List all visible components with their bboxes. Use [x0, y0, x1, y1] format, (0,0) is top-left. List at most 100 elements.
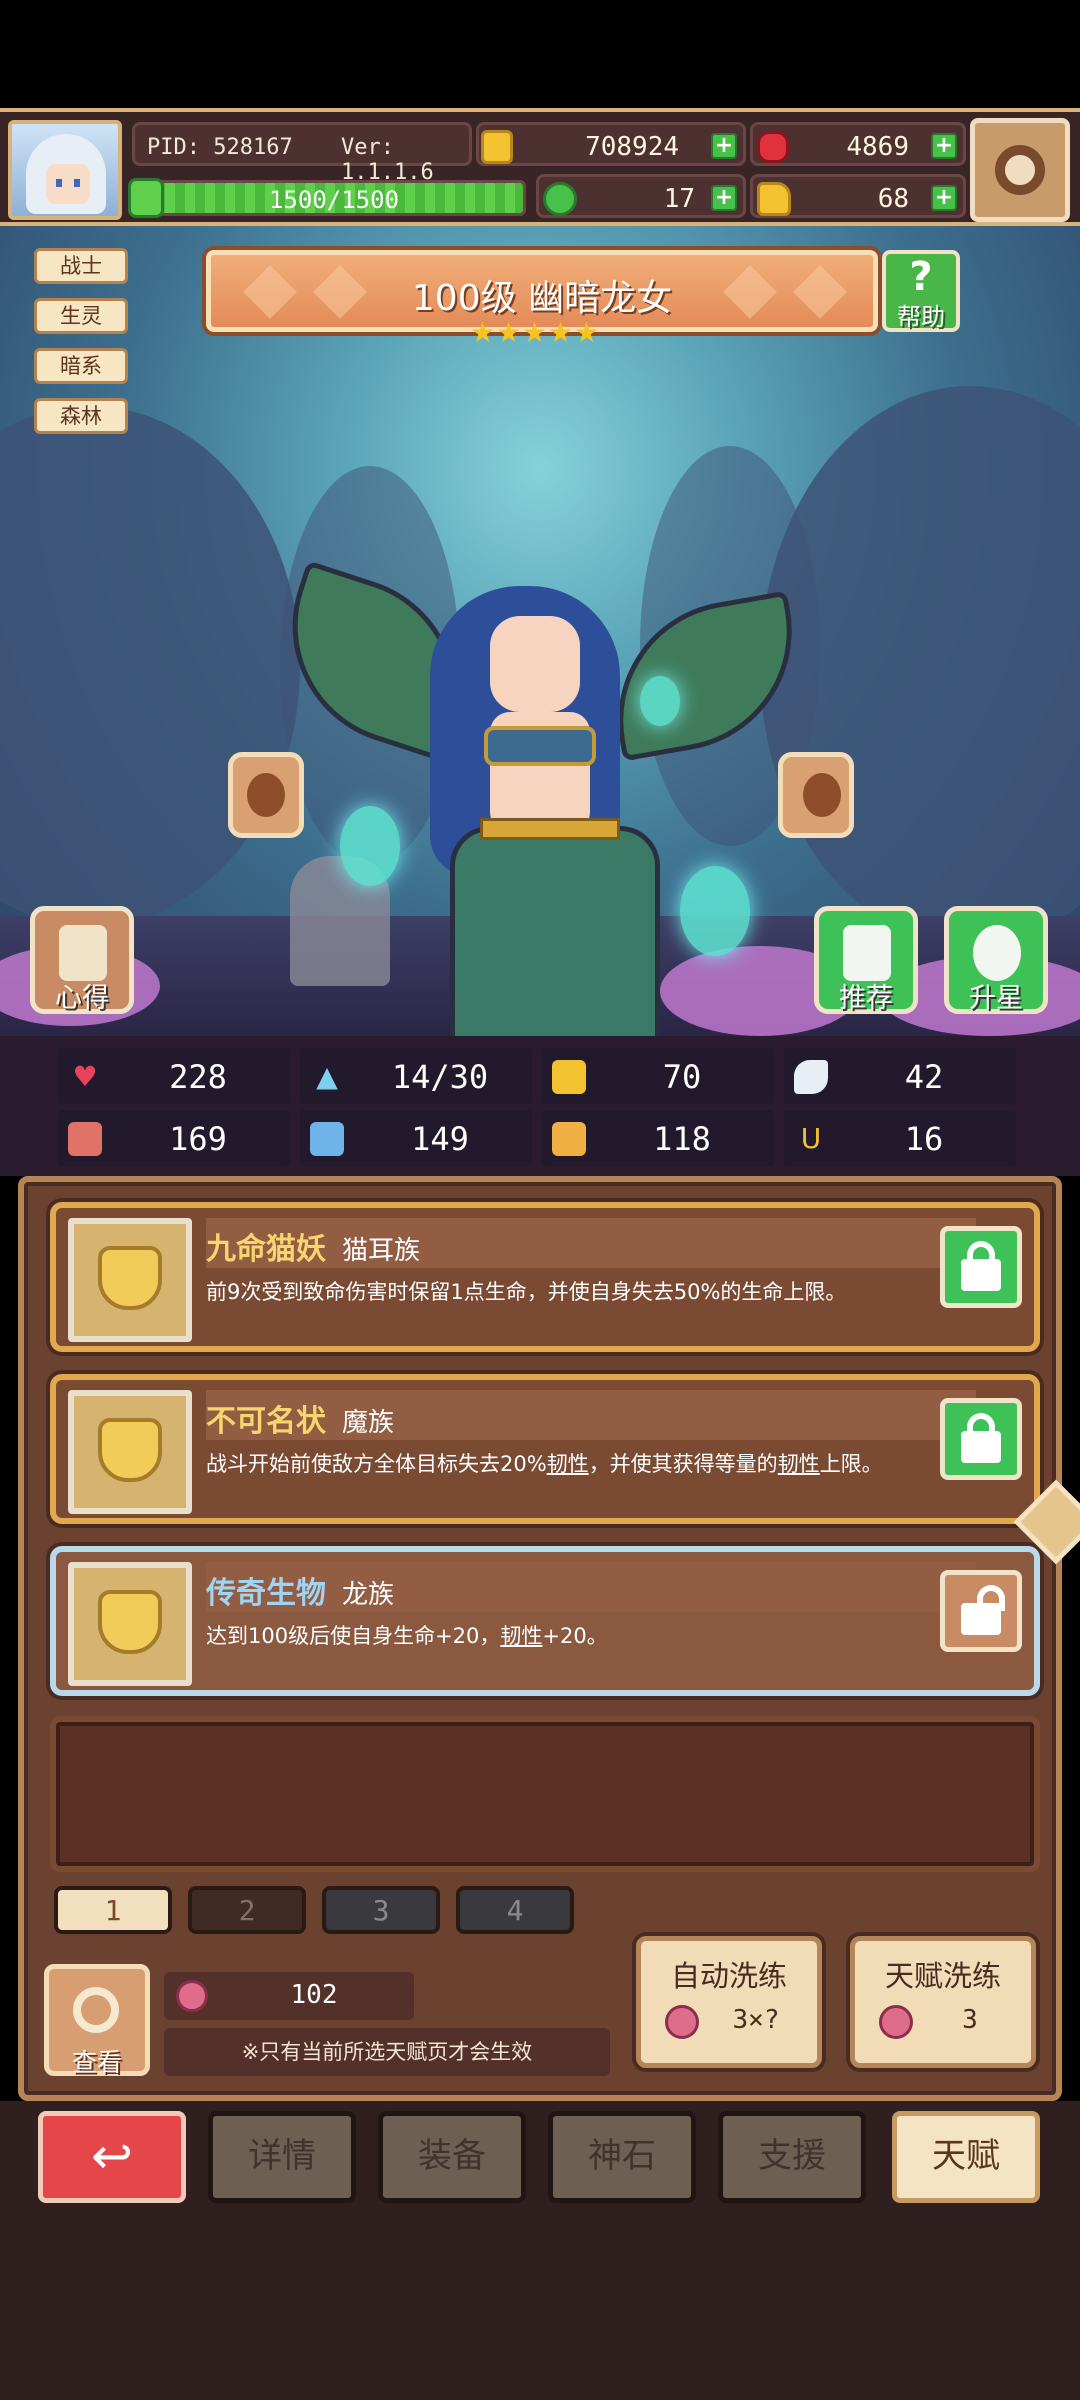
add-yellow-currency-button[interactable]: + [931, 185, 957, 211]
player-header: PID: 528167 Ver: 1.1.1.6 708924 + 4869 +… [0, 108, 1080, 226]
star-icon: ★ [522, 316, 548, 349]
nav-talent[interactable]: 天赋 [892, 2111, 1040, 2203]
hero-stats: ♥ 228 ▲ 14/30 70 42 169 149 118 U 16 [0, 1036, 1080, 1176]
pid-text: PID: 528167 [147, 135, 293, 160]
settings-button[interactable] [970, 118, 1070, 222]
keyword-link[interactable]: 韧性 [547, 1452, 589, 1476]
thumbs-up-icon [843, 925, 891, 981]
talent-page-tab-4[interactable]: 4 [456, 1886, 574, 1934]
help-button[interactable]: ? 帮助 [882, 250, 960, 332]
nav-support[interactable]: 支援 [718, 2111, 866, 2203]
talent-description: 前9次受到致命伤害时保留1点生命，并使自身失去50%的生命上限。 [206, 1280, 847, 1304]
next-hero-button[interactable] [778, 752, 854, 838]
talent-page-notice: ※只有当前所选天赋页才会生效 [164, 2028, 610, 2076]
tag-living: 生灵 [34, 298, 128, 334]
talent-wash-button[interactable]: 天赋洗练 3 [850, 1936, 1036, 2068]
stat-speed: 118 [542, 1110, 774, 1166]
green-currency-amount: 17 [663, 184, 695, 214]
scroll-icon [59, 925, 107, 981]
flame-effect [680, 866, 750, 956]
back-button[interactable]: ↩ [38, 2111, 186, 2203]
green-gear-icon [543, 182, 577, 216]
gold-coin-icon [481, 130, 513, 164]
stat-attack: 169 [58, 1110, 290, 1166]
star-icon: ★ [548, 316, 574, 349]
talent-page-tab-1[interactable]: 1 [54, 1886, 172, 1934]
exp-text: 1500/1500 [268, 186, 400, 214]
wing-icon [794, 1060, 828, 1094]
book-icon [310, 1122, 344, 1156]
talent-wash-label: 天赋洗练 [884, 1959, 1001, 1993]
talent-slot-2[interactable]: 不可名状 魔族 战斗开始前使敌方全体目标失去20%韧性，并使其获得等量的韧性上限… [50, 1374, 1040, 1524]
fruit-icon [665, 2005, 699, 2039]
inspect-button[interactable]: 查看 [44, 1964, 150, 2077]
talent-slot-empty [50, 1716, 1040, 1872]
insight-button[interactable]: 心得 [30, 906, 134, 1014]
tag-forest: 森林 [34, 398, 128, 434]
star-icon: ★ [470, 316, 496, 349]
talent-lock-button[interactable] [940, 1398, 1022, 1480]
auto-wash-button[interactable]: 自动洗练 3×? [636, 1936, 822, 2068]
stat-evasion: 42 [784, 1048, 1016, 1104]
flame-effect [640, 676, 680, 726]
talent-panel: 九命猫妖 猫耳族 前9次受到致命伤害时保留1点生命，并使自身失去50%的生命上限… [18, 1176, 1080, 2101]
hero-belt [480, 818, 620, 840]
fruit-icon [879, 2005, 913, 2039]
status-bar-area [0, 0, 1080, 108]
add-gold-button[interactable]: + [711, 133, 737, 159]
hero-skirt [450, 826, 660, 1036]
talent-description: 战斗开始前使敌方全体目标失去20%韧性，并使其获得等量的韧性上限。 [206, 1452, 883, 1476]
talent-slot-3[interactable]: 传奇生物 龙族 达到100级后使自身生命+20，韧性+20。 [50, 1546, 1040, 1696]
insight-label: 心得 [55, 983, 109, 1014]
keyword-link[interactable]: 韧性 [778, 1452, 820, 1476]
recommend-button[interactable]: 推荐 [814, 906, 918, 1014]
talent-wash-cost: 3 [962, 2005, 978, 2035]
ruby-amount: 4869 [846, 132, 909, 162]
fruit-counter: 102 [164, 1972, 414, 2020]
hero-armor [484, 726, 596, 766]
player-avatar[interactable] [8, 120, 122, 220]
talent-race: 猫耳族 [342, 1236, 421, 1266]
talent-slot-1[interactable]: 九命猫妖 猫耳族 前9次受到致命伤害时保留1点生命，并使自身失去50%的生命上限… [50, 1202, 1040, 1352]
keyword-link[interactable]: 韧性 [500, 1624, 542, 1648]
ruby-icon [757, 131, 789, 163]
upgrade-star-label: 升星 [969, 983, 1023, 1014]
yellow-currency-amount: 68 [877, 184, 909, 214]
heart-icon: ♥ [72, 1060, 98, 1093]
left-arrow-icon [247, 773, 285, 817]
talent-page-tab-2[interactable]: 2 [188, 1886, 306, 1934]
boot-icon [552, 1122, 586, 1156]
inspect-label: 查看 [71, 2048, 122, 2077]
prev-hero-button[interactable] [228, 752, 304, 838]
auto-wash-label: 自动洗练 [670, 1959, 787, 1993]
exp-gem-icon [128, 178, 164, 218]
stat-hp: ♥ 228 [58, 1048, 290, 1104]
exp-bar: 1500/1500 [142, 180, 526, 216]
ruby-panel: 4869 + [750, 122, 966, 166]
talent-race: 龙族 [342, 1580, 395, 1610]
hero-face [490, 616, 580, 712]
gold-panel: 708924 + [476, 122, 746, 166]
tag-dark: 暗系 [34, 348, 128, 384]
talent-lock-button[interactable] [940, 1226, 1022, 1308]
talent-unlock-button[interactable] [940, 1570, 1022, 1652]
stat-mana: ▲ 14/30 [300, 1048, 532, 1104]
dragon-mask-icon [68, 1562, 192, 1686]
nav-godstone[interactable]: 神石 [548, 2111, 696, 2203]
talent-name: 不可名状 [206, 1404, 326, 1439]
yellow-currency-panel: 68 + [750, 174, 966, 218]
add-green-currency-button[interactable]: + [711, 185, 737, 211]
horseshoe-icon: U [800, 1122, 822, 1155]
recommend-label: 推荐 [839, 983, 893, 1014]
talent-page-tab-3[interactable]: 3 [322, 1886, 440, 1934]
nav-equipment[interactable]: 装备 [378, 2111, 526, 2203]
nav-details[interactable]: 详情 [208, 2111, 356, 2203]
cat-mask-icon [68, 1218, 192, 1342]
talent-name: 传奇生物 [206, 1576, 326, 1611]
fruit-count: 102 [290, 1980, 338, 2010]
shield-icon [552, 1060, 586, 1094]
upgrade-star-button[interactable]: 升星 [944, 906, 1048, 1014]
hero-star-rating: ★★★★★ [470, 316, 600, 352]
add-ruby-button[interactable]: + [931, 133, 957, 159]
gear-icon [995, 145, 1045, 195]
